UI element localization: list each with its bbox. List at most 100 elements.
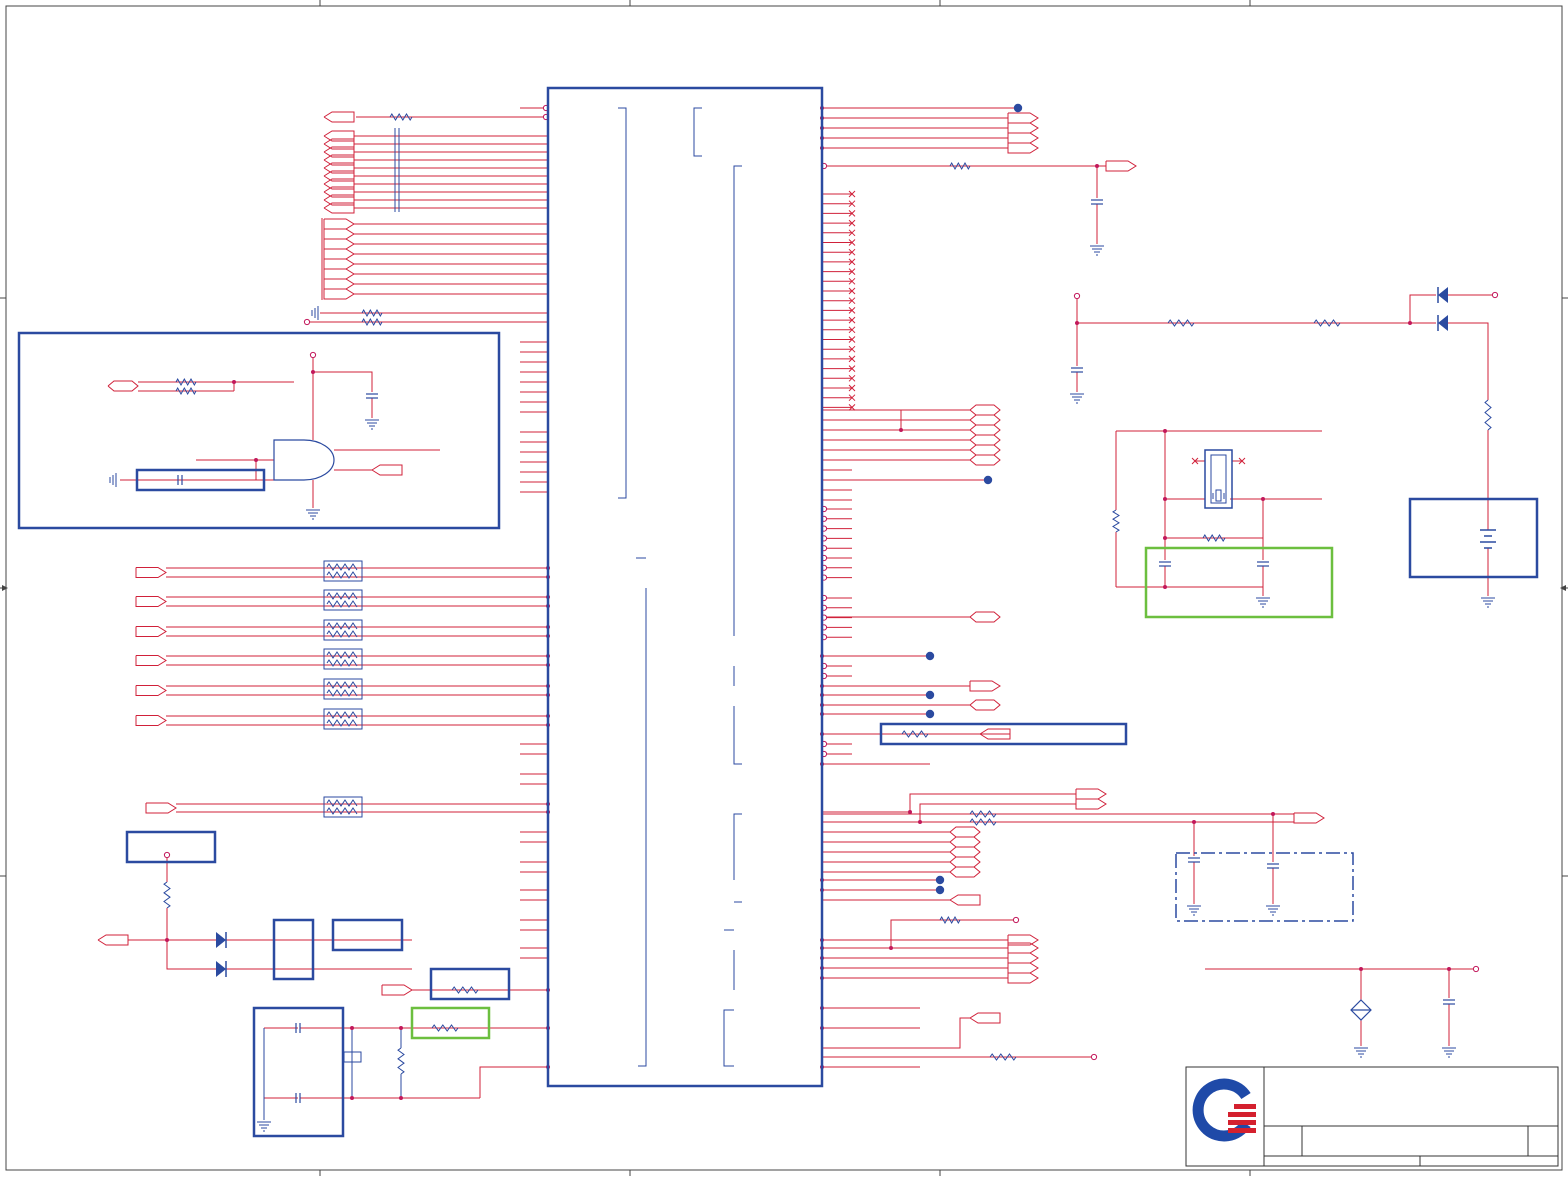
pin-terminal	[309, 351, 317, 359]
junction-dot	[1192, 820, 1196, 824]
optional-region-box	[1175, 852, 1354, 922]
junction-dot	[1075, 321, 1079, 325]
wire	[822, 803, 1076, 823]
offpage-connector	[323, 288, 355, 300]
ferrite-bead	[326, 807, 358, 815]
junction-dot	[918, 820, 922, 824]
offpage-connector	[107, 380, 139, 392]
resistor	[163, 881, 171, 909]
schematic-canvas	[0, 0, 1568, 1176]
pin-group-bracket	[733, 813, 742, 880]
test-point-dot	[983, 475, 993, 485]
offpage-connector	[1105, 160, 1137, 172]
resistor	[361, 317, 383, 327]
offpage-connector	[135, 715, 167, 726]
junction-dot	[1408, 321, 1412, 325]
ferrite-bead	[323, 678, 363, 700]
offpage-connector	[135, 596, 167, 607]
junction-dot	[889, 946, 893, 950]
highlight-box	[1144, 546, 1334, 619]
offpage-connector	[1007, 952, 1039, 964]
offpage-connector	[969, 434, 1001, 446]
crystal-box	[252, 1006, 345, 1138]
junction-dot	[1261, 497, 1265, 501]
offpage-connector	[949, 856, 981, 868]
subcircuit-box	[17, 331, 501, 530]
label-box	[429, 967, 511, 1001]
offpage-connector	[371, 464, 403, 476]
resistor	[939, 915, 961, 925]
offpage-connector	[949, 836, 981, 848]
offpage-connector	[969, 414, 1001, 426]
ferrite-bead	[326, 592, 358, 600]
zone-arrow	[1560, 585, 1566, 591]
offpage-connector	[135, 655, 167, 666]
ferrite-bead	[323, 648, 363, 670]
ferrite-bead	[326, 563, 358, 571]
resistor	[901, 730, 929, 738]
pin-terminal	[163, 851, 171, 859]
title-block	[1185, 1066, 1559, 1167]
offpage-connector	[949, 866, 981, 878]
resistor	[175, 377, 197, 387]
sheet-border	[5, 5, 1563, 1171]
junction-dot	[1095, 164, 1099, 168]
offpage-connector	[969, 444, 1001, 456]
offpage-connector	[381, 984, 413, 996]
offpage-connector	[949, 894, 981, 906]
junction-dot	[1163, 429, 1167, 433]
junction-dot	[1359, 967, 1363, 971]
offpage-connector	[1075, 798, 1107, 810]
wire	[166, 940, 412, 970]
offpage-connector	[1007, 142, 1039, 154]
company-logo-icon	[1228, 1112, 1256, 1117]
pin-terminal	[303, 318, 311, 326]
ferrite-bead	[326, 622, 358, 630]
junction-dot	[311, 370, 315, 374]
label-box	[331, 918, 404, 952]
junction-dot	[908, 810, 912, 814]
resistor	[1112, 509, 1120, 533]
wire	[822, 793, 1076, 813]
pin-terminal	[1472, 965, 1480, 973]
ferrite-bead	[326, 651, 358, 659]
offpage-connector	[1293, 812, 1325, 824]
offpage-connector	[323, 268, 355, 280]
pin-group-bracket	[733, 706, 742, 765]
junction-dot	[1163, 497, 1167, 501]
resistor	[175, 386, 197, 396]
offpage-connector	[1075, 788, 1107, 800]
resistor	[989, 1053, 1017, 1061]
junction-dot	[899, 428, 903, 432]
resistor	[389, 113, 413, 121]
offpage-connector	[1007, 122, 1039, 134]
crystal	[1215, 489, 1222, 502]
ferrite-bead	[326, 799, 358, 807]
resistor	[431, 1024, 459, 1032]
company-logo-icon	[1234, 1104, 1256, 1109]
junction-dot	[165, 938, 169, 942]
pin-terminal	[1012, 916, 1020, 924]
pin-terminal	[1090, 1053, 1098, 1061]
company-logo-icon	[1228, 1120, 1256, 1125]
wire	[313, 371, 373, 392]
junction-dot	[232, 380, 236, 384]
diode	[216, 961, 226, 977]
offpage-connector	[323, 111, 355, 123]
test-point-dot	[935, 875, 945, 885]
offpage-connector	[1007, 962, 1039, 974]
wire	[1409, 294, 1436, 323]
wire-group	[120, 107, 1492, 1120]
resistor	[969, 810, 997, 818]
resistor	[451, 986, 479, 994]
junction-dot	[350, 1096, 354, 1100]
junction-dot	[399, 1026, 403, 1030]
wire	[1448, 322, 1489, 400]
junction-dot	[350, 1026, 354, 1030]
wire	[890, 919, 1013, 948]
offpage-connector	[969, 680, 1001, 692]
pin-group-bracket	[618, 107, 627, 499]
offpage-connector	[323, 228, 355, 240]
offpage-connector	[969, 699, 1001, 711]
test-point-dot	[925, 651, 935, 661]
